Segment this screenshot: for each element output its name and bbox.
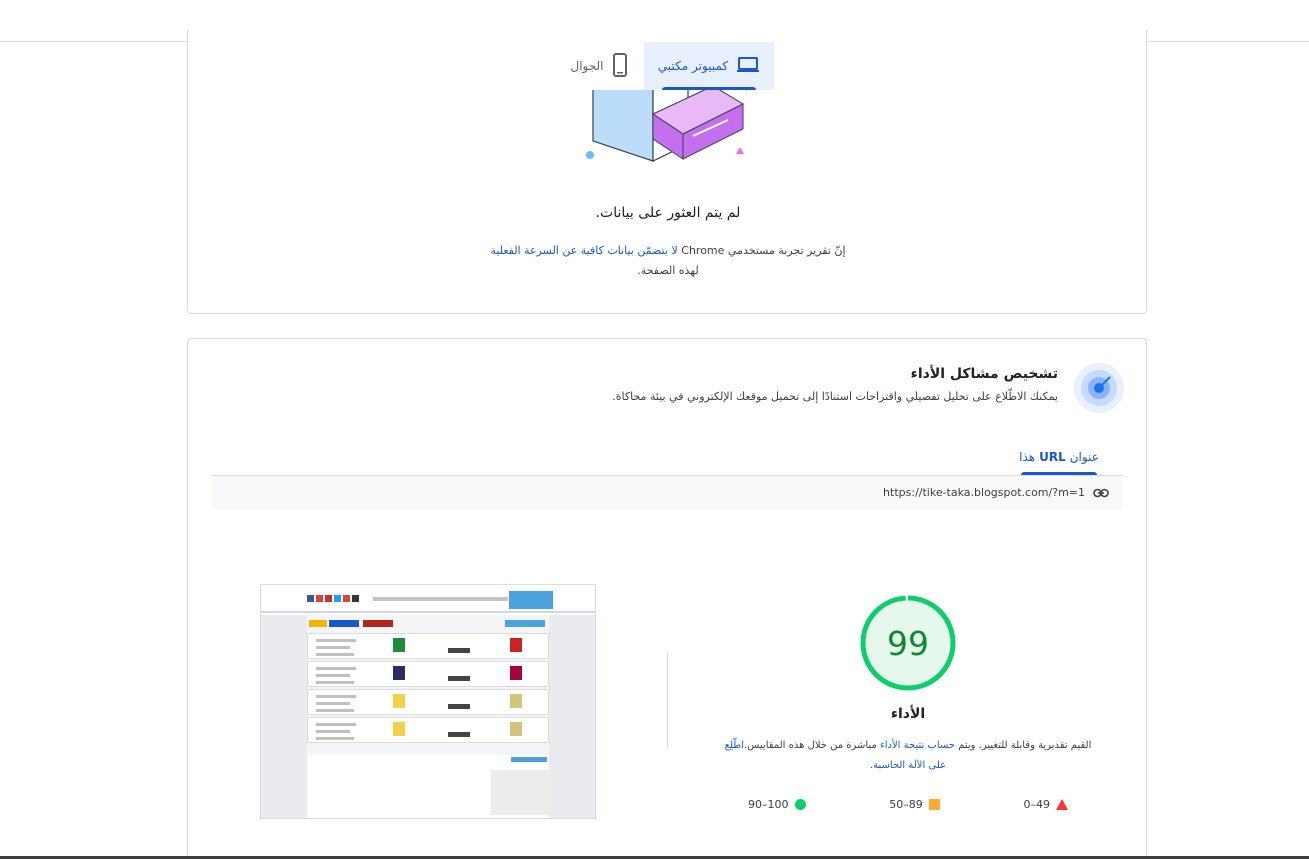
thumb-footer-box xyxy=(491,770,549,815)
diagnose-description: يمكنك الاطّلاع على تحليل تفصيلي واقتراحا… xyxy=(612,390,1058,403)
performance-label: الأداء xyxy=(890,706,926,722)
thumb-match-row xyxy=(307,689,549,715)
fail-triangle-icon xyxy=(1056,798,1068,810)
tab-mobile[interactable]: الجوال xyxy=(554,42,644,90)
score-legend: 0–49 50–89 90–100 xyxy=(748,796,1068,812)
analyzed-url: https://tike-taka.blogspot.com/?m=1 xyxy=(883,486,1085,499)
average-square-icon xyxy=(928,798,940,810)
legend-fail-text: 0–49 xyxy=(1023,797,1051,811)
legend-fail: 0–49 xyxy=(1023,796,1068,812)
legend-average: 50–89 xyxy=(889,796,940,812)
tab-this-url[interactable]: عنوان URL هذا xyxy=(1019,439,1099,475)
diagnose-title: تشخيص مشاكل الأداء xyxy=(910,366,1058,382)
diagnose-card: تشخيص مشاكل الأداء يمكنك الاطّلاع على تح… xyxy=(187,338,1147,859)
legend-pass-text: 90–100 xyxy=(748,797,789,811)
performance-description: القيم تقديرية وقابلة للتغيير. ويتم حساب … xyxy=(718,736,1098,776)
no-data-desc-suffix: لهذه الصفحة. xyxy=(637,264,699,277)
pass-circle-icon xyxy=(794,798,806,810)
tab-desktop[interactable]: كمبيوتر مكتبي xyxy=(644,42,774,90)
empty-box-illustration xyxy=(578,74,758,209)
crux-insufficient-link[interactable]: لا يتضمّن بيانات كافية عن السرعة الفعلية xyxy=(490,244,677,257)
no-data-title: لم يتم العثور على بيانات. xyxy=(595,205,741,221)
thumb-social-icons xyxy=(307,595,359,602)
laptop-icon xyxy=(736,56,760,77)
score-calc-link[interactable]: حساب نتيجة الأداء xyxy=(880,740,955,751)
legend-average-text: 50–89 xyxy=(889,797,923,811)
performance-score: 99 xyxy=(887,623,929,663)
tab-mobile-label: الجوال xyxy=(570,59,604,73)
thumb-nav xyxy=(373,597,508,601)
tab-url-suffix: هذا xyxy=(1019,450,1036,464)
perf-desc-middle: مباشرة من خلال هذه المقاييس. xyxy=(744,740,881,751)
perf-desc-text: القيم تقديرية وقابلة للتغيير. ويتم xyxy=(955,740,1092,751)
thumb-header xyxy=(261,585,595,613)
phone-icon xyxy=(612,52,628,80)
tab-url-bold: URL xyxy=(1039,450,1066,464)
tab-url-prefix: عنوان xyxy=(1069,450,1099,464)
analyzed-url-bar: https://tike-taka.blogspot.com/?m=1 xyxy=(212,476,1123,509)
no-data-description: إنّ تقرير تجربة مستخدمي Chrome لا يتضمّن… xyxy=(488,241,848,281)
link-icon xyxy=(1093,485,1109,501)
tab-desktop-label: كمبيوتر مكتبي xyxy=(657,59,729,73)
thumb-footer-tag xyxy=(511,757,547,762)
device-tabs: كمبيوتر مكتبي الجوال xyxy=(554,42,774,90)
page-screenshot-thumbnail xyxy=(260,584,596,819)
thumb-match-row xyxy=(307,717,549,743)
legend-pass: 90–100 xyxy=(748,796,806,812)
vertical-divider xyxy=(667,652,668,749)
thumb-site-logo xyxy=(509,591,553,609)
thumb-match-row xyxy=(307,633,549,659)
thumb-match-row xyxy=(307,661,549,687)
performance-gauge: 99 xyxy=(859,594,957,692)
gauge-target-icon xyxy=(1074,363,1124,413)
no-data-desc-text: إنّ تقرير تجربة مستخدمي Chrome xyxy=(677,244,846,257)
thumb-filter-buttons xyxy=(307,620,549,628)
